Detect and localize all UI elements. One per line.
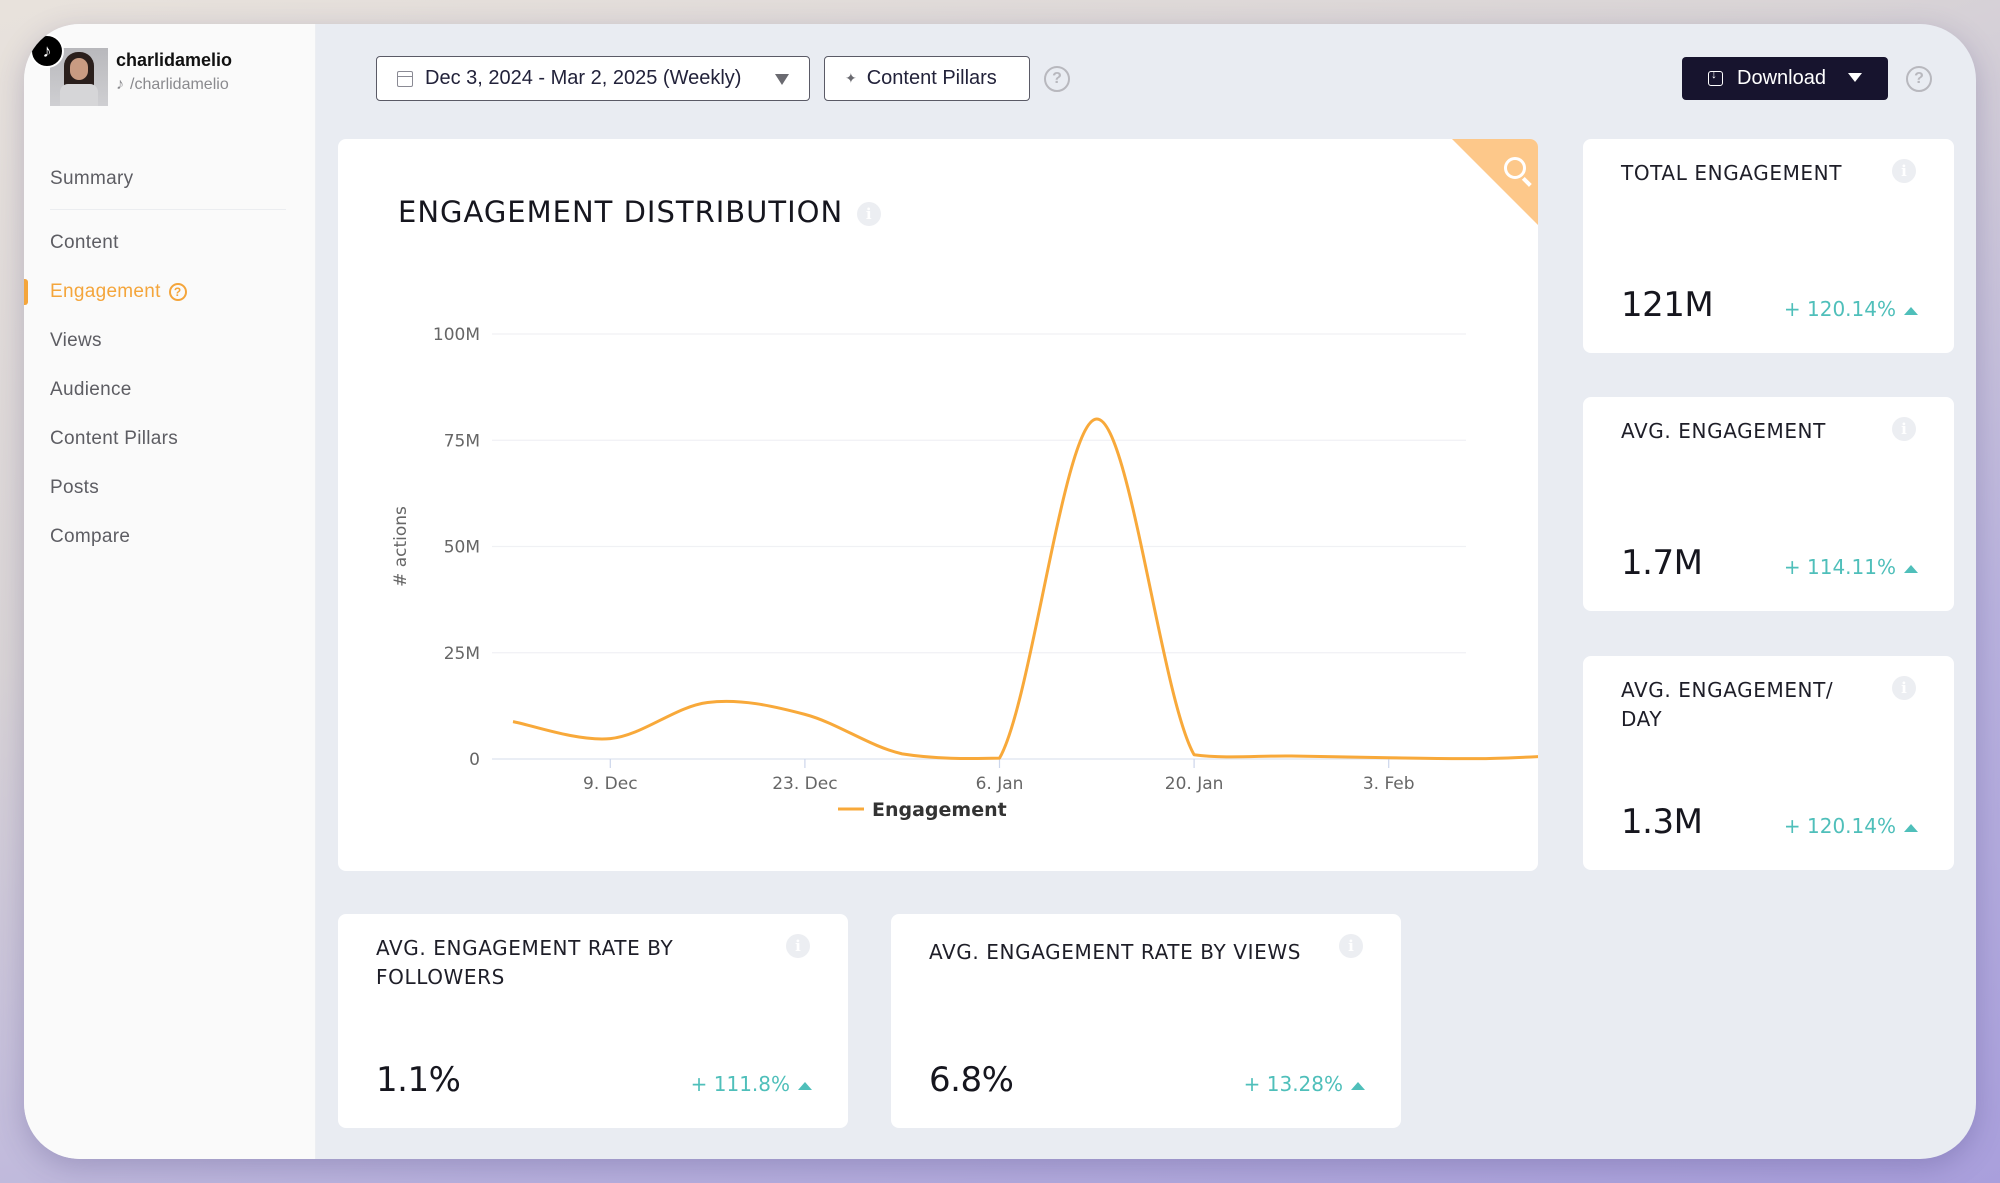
profile-handle: ♪ /charlidamelio <box>116 76 229 94</box>
sidebar-item-label: Compare <box>50 526 131 547</box>
kpi-value: 6.8% <box>929 1060 1014 1100</box>
y-tick-label: 0 <box>469 750 480 770</box>
kpi-card-engagement-rate-followers: AVG. ENGAGEMENT RATE BY FOLLOWERS i 1.1%… <box>338 914 848 1128</box>
help-icon[interactable]: ? <box>1044 66 1070 92</box>
profile-name: charlidamelio <box>116 50 233 70</box>
sparkle-icon: ✦ <box>845 70 857 86</box>
kpi-card-avg-engagement-per-day: AVG. ENGAGEMENT/ DAY i 1.3M + 120.14% <box>1583 656 1954 870</box>
engagement-line-chart: 0 25M 50M 75M 100M # actions 9. Dec 23. Dec 6. J… <box>391 325 1538 821</box>
kpi-change: + 111.8% <box>691 1072 812 1096</box>
sidebar-item-label: Content Pillars <box>50 428 179 449</box>
trend-up-icon <box>1904 823 1918 832</box>
download-icon <box>1708 67 1723 86</box>
sidebar-item-label: Engagement <box>50 281 161 302</box>
x-tick-label: 3. Feb <box>1363 774 1415 794</box>
engagement-distribution-card: ENGAGEMENT DISTRIBUTION i 0 25M 50M 75M 100M #… <box>338 139 1538 871</box>
y-tick-label: 25M <box>444 644 480 664</box>
date-range-dropdown[interactable]: Dec 3, 2024 - Mar 2, 2025 (Weekly) <box>376 56 810 101</box>
sidebar-item-label: Summary <box>50 168 134 189</box>
content-pillars-button[interactable]: ✦ Content Pillars <box>824 56 1030 101</box>
tiktok-icon: ♪ <box>30 34 64 68</box>
kpi-title: AVG. ENGAGEMENT RATE BY VIEWS <box>929 940 1301 964</box>
sidebar-item-views[interactable]: Views <box>24 316 316 365</box>
sidebar-item-audience[interactable]: Audience <box>24 365 316 414</box>
kpi-card-total-engagement: TOTAL ENGAGEMENT i 121M + 120.14% <box>1583 139 1954 353</box>
caret-down-icon <box>775 74 789 85</box>
sidebar-item-summary[interactable]: Summary <box>24 154 316 203</box>
trend-up-icon <box>798 1081 812 1090</box>
trend-up-icon <box>1351 1081 1365 1090</box>
kpi-change: + 120.14% <box>1784 814 1918 838</box>
help-icon[interactable]: ? <box>1906 66 1932 92</box>
sidebar-nav: Summary Content Engagement? Views Audien… <box>24 154 316 561</box>
sidebar-item-label: Views <box>50 330 102 351</box>
sidebar-item-content-pillars[interactable]: Content Pillars <box>24 414 316 463</box>
kpi-card-avg-engagement: AVG. ENGAGEMENT i 1.7M + 114.11% <box>1583 397 1954 611</box>
x-tick-label: 23. Dec <box>772 774 837 794</box>
sidebar-item-label: Posts <box>50 477 100 498</box>
kpi-title: AVG. ENGAGEMENT RATE BY FOLLOWERS <box>376 936 674 989</box>
trend-up-icon <box>1904 306 1918 315</box>
sidebar-item-posts[interactable]: Posts <box>24 463 316 512</box>
sidebar-item-engagement[interactable]: Engagement? <box>24 267 316 316</box>
trend-up-icon <box>1904 564 1918 573</box>
content-pillars-label: Content Pillars <box>866 67 997 89</box>
kpi-value: 1.3M <box>1621 802 1703 842</box>
x-tick-label: 6. Jan <box>976 774 1024 794</box>
kpi-change: + 114.11% <box>1784 555 1918 579</box>
sidebar-item-compare[interactable]: Compare <box>24 512 316 561</box>
calendar-icon <box>397 70 413 87</box>
sidebar-item-label: Content <box>50 232 119 253</box>
kpi-change-text: + 111.8% <box>690 1072 790 1096</box>
download-button[interactable]: Download <box>1682 57 1888 100</box>
kpi-change-text: + 120.14% <box>1783 814 1896 838</box>
kpi-card-engagement-rate-views: AVG. ENGAGEMENT RATE BY VIEWS i 6.8% + 1… <box>891 914 1401 1128</box>
y-tick-label: 50M <box>444 538 480 558</box>
info-icon[interactable]: i <box>1892 159 1916 183</box>
caret-down-icon[interactable] <box>1848 73 1862 82</box>
help-icon[interactable]: ? <box>168 282 187 301</box>
kpi-value: 1.1% <box>376 1060 461 1100</box>
info-icon[interactable]: i <box>786 934 810 958</box>
download-label: Download <box>1737 67 1826 89</box>
kpi-change: + 120.14% <box>1784 297 1918 321</box>
sidebar-item-content[interactable]: Content <box>24 218 316 267</box>
kpi-change-text: + 120.14% <box>1783 297 1896 321</box>
sidebar-item-label: Audience <box>50 379 132 400</box>
kpi-title: AVG. ENGAGEMENT/ DAY <box>1621 678 1834 731</box>
y-tick-label: 75M <box>444 431 480 451</box>
profile-handle-text: /charlidamelio <box>130 76 229 93</box>
sidebar: ♪ charlidamelio ♪ /charlidamelio Summary … <box>24 24 316 1159</box>
kpi-value: 1.7M <box>1621 543 1703 583</box>
info-icon[interactable]: i <box>1892 417 1916 441</box>
x-tick-label: 9. Dec <box>583 774 638 794</box>
kpi-title: AVG. ENGAGEMENT <box>1621 419 1826 443</box>
kpi-change: + 13.28% <box>1244 1072 1365 1096</box>
date-range-label: Dec 3, 2024 - Mar 2, 2025 (Weekly) <box>425 67 742 89</box>
kpi-value: 121M <box>1621 285 1714 325</box>
y-tick-label: 100M <box>433 325 480 345</box>
series-line-engagement <box>512 417 1538 761</box>
legend-label-engagement[interactable]: Engagement <box>872 799 1007 821</box>
app-window: ♪ charlidamelio ♪ /charlidamelio Summary … <box>24 24 1976 1159</box>
tiktok-small-icon: ♪ <box>116 76 124 93</box>
y-axis-label: # actions <box>391 506 411 587</box>
sidebar-divider <box>50 209 286 210</box>
kpi-title: TOTAL ENGAGEMENT <box>1621 161 1843 185</box>
toolbar: Dec 3, 2024 - Mar 2, 2025 (Weekly) ✦ Con… <box>376 56 1936 102</box>
info-icon[interactable]: i <box>1339 934 1363 958</box>
kpi-change-text: + 13.28% <box>1243 1072 1343 1096</box>
info-icon[interactable]: i <box>1892 676 1916 700</box>
kpi-change-text: + 114.11% <box>1783 555 1896 579</box>
x-tick-label: 20. Jan <box>1165 774 1224 794</box>
